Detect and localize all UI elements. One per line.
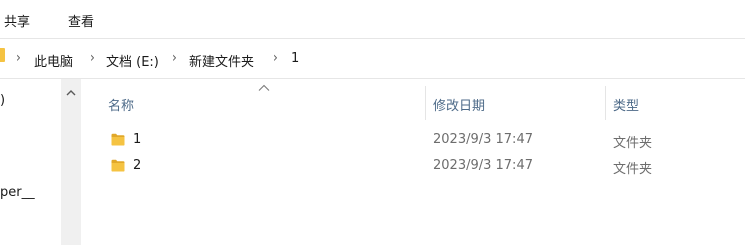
column-header-type[interactable]: 类型 xyxy=(613,95,639,114)
breadcrumb-drive-e[interactable]: 文档 (E:) xyxy=(106,51,159,70)
breadcrumb-current[interactable]: 1 xyxy=(291,51,299,66)
file-type: 文件夹 xyxy=(613,162,653,177)
column-header-name[interactable]: 名称 xyxy=(108,95,134,114)
sort-ascending-icon xyxy=(258,84,270,91)
chevron-right-icon[interactable]: › xyxy=(172,49,177,66)
file-type: 文件夹 xyxy=(613,136,653,151)
breadcrumb-new-folder[interactable]: 新建文件夹 xyxy=(189,51,254,70)
folder-icon xyxy=(111,159,125,172)
column-divider[interactable] xyxy=(605,86,606,120)
folder-icon xyxy=(0,48,5,62)
file-name[interactable]: 1 xyxy=(133,132,141,147)
folder-icon xyxy=(111,133,125,146)
file-row[interactable]: 2 2023/9/3 17:47 文件夹 xyxy=(84,154,745,178)
nav-item-fragment[interactable]: ) xyxy=(0,93,5,108)
file-name[interactable]: 2 xyxy=(133,158,141,173)
tab-share[interactable]: 共享 xyxy=(4,11,30,30)
ribbon-divider xyxy=(0,38,745,39)
nav-scrollbar[interactable] xyxy=(61,79,81,245)
scroll-up-icon[interactable] xyxy=(66,88,76,98)
file-modified: 2023/9/3 17:47 xyxy=(433,132,533,147)
chevron-right-icon[interactable]: › xyxy=(90,49,95,66)
file-row[interactable]: 1 2023/9/3 17:47 文件夹 xyxy=(84,128,745,152)
address-divider xyxy=(0,78,745,79)
tab-view[interactable]: 查看 xyxy=(68,11,94,30)
file-modified: 2023/9/3 17:47 xyxy=(433,158,533,173)
address-bar[interactable]: › 此电脑 › 文档 (E:) › 新建文件夹 › 1 xyxy=(0,40,745,78)
column-divider[interactable] xyxy=(425,86,426,120)
nav-item-fragment[interactable]: per__ xyxy=(0,185,35,200)
breadcrumb-this-pc[interactable]: 此电脑 xyxy=(34,51,73,70)
chevron-right-icon[interactable]: › xyxy=(273,49,278,66)
ribbon: 共享 查看 xyxy=(0,0,745,38)
column-header-modified[interactable]: 修改日期 xyxy=(433,95,485,114)
chevron-right-icon[interactable]: › xyxy=(16,49,21,66)
